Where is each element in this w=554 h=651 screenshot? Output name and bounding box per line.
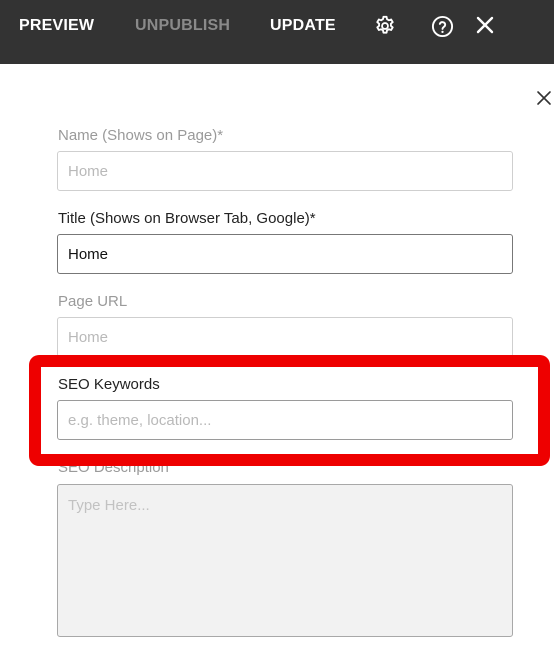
page-url-field-label: Page URL: [58, 293, 128, 310]
page-url-field[interactable]: [57, 317, 513, 357]
seo-keywords-field-label: SEO Keywords: [58, 376, 160, 393]
close-icon: [476, 16, 494, 34]
seo-description-field[interactable]: [57, 484, 513, 637]
unpublish-button[interactable]: UNPUBLISH: [135, 17, 230, 35]
name-field[interactable]: [57, 151, 513, 191]
close-panel-button[interactable]: [536, 90, 554, 108]
close-editor-button[interactable]: [474, 14, 496, 36]
top-toolbar: PREVIEW UNPUBLISH UPDATE: [0, 0, 554, 64]
gear-icon: [376, 15, 394, 34]
settings-button[interactable]: [373, 14, 397, 38]
title-field-label: Title (Shows on Browser Tab, Google)*: [58, 210, 316, 227]
name-field-label: Name (Shows on Page)*: [58, 127, 224, 144]
help-button[interactable]: [430, 14, 454, 38]
seo-keywords-field[interactable]: [57, 400, 513, 440]
close-icon: [537, 91, 551, 105]
title-field[interactable]: [57, 234, 513, 274]
question-circle-icon: [431, 15, 453, 37]
preview-button[interactable]: PREVIEW: [19, 17, 94, 35]
update-button[interactable]: UPDATE: [270, 17, 336, 35]
